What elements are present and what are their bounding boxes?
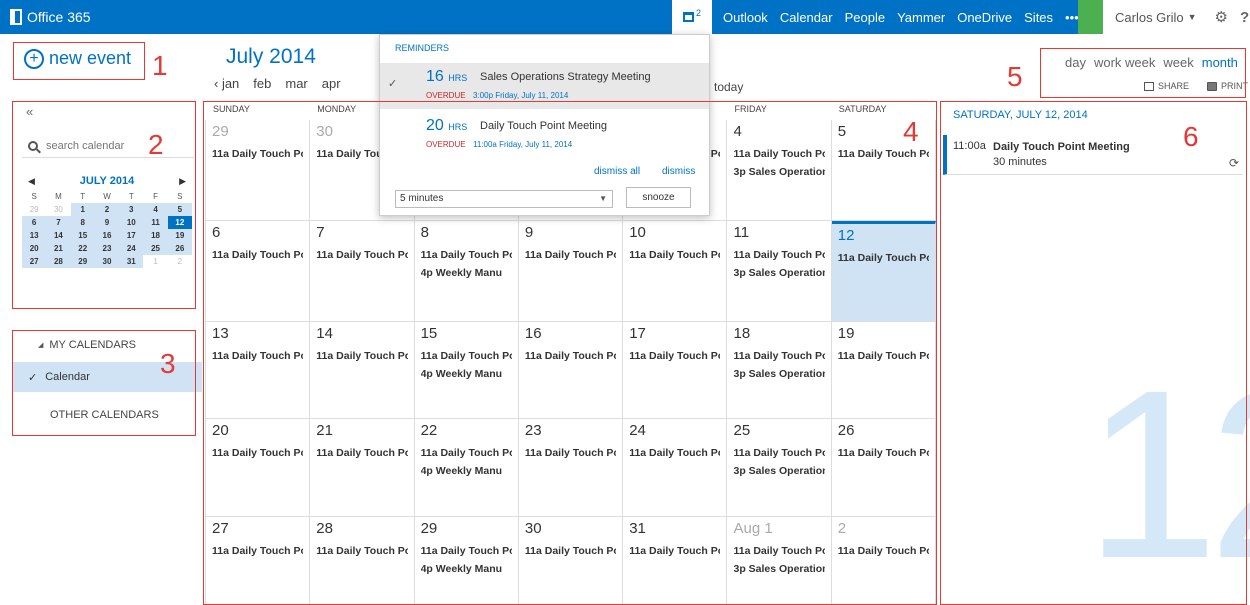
reminder-status: OVERDUE [426, 91, 466, 100]
month-link-jan[interactable]: ‹ jan [214, 76, 239, 91]
reminders-title: REMINDERS [395, 43, 450, 53]
office-logo-icon [10, 9, 22, 25]
annotation-box-mini-calendar [12, 101, 196, 309]
chevron-down-icon: ▼ [1187, 12, 1197, 22]
notifications-button[interactable]: 2 [672, 0, 712, 34]
annotation-box-day-panel [940, 101, 1247, 605]
calendar-icon [682, 12, 694, 22]
month-link-mar[interactable]: mar [285, 76, 307, 91]
annotation-number: 2 [148, 129, 164, 160]
nav-calendar[interactable]: Calendar [780, 10, 833, 25]
office365-brand[interactable]: Office 365 [10, 0, 91, 34]
notification-count: 2 [695, 8, 701, 18]
help-icon[interactable]: ? [1240, 9, 1249, 26]
reminder-hours-unit: HRS [448, 73, 468, 83]
month-nav: ‹ jan feb mar apr [214, 76, 355, 91]
month-link-feb[interactable]: feb [253, 76, 271, 91]
reminder-hours-value: 16 [426, 68, 444, 85]
nav-yammer[interactable]: Yammer [897, 10, 945, 25]
reminder-name: Sales Operations Strategy Meeting [480, 71, 651, 83]
nav-onedrive[interactable]: OneDrive [957, 10, 1012, 25]
annotation-box-new-event [13, 42, 145, 80]
annotation-number: 4 [903, 116, 919, 147]
annotation-box-month-grid [203, 101, 937, 605]
month-link-apr[interactable]: apr [322, 76, 341, 91]
annotation-box-view-switcher [1040, 48, 1246, 98]
nav-more[interactable]: ••• [1065, 10, 1079, 25]
annotation-box-calendars [12, 330, 196, 436]
suite-nav: Outlook Calendar People Yammer OneDrive … [723, 0, 1091, 34]
today-link[interactable]: today [714, 80, 743, 94]
annotation-number: 3 [160, 348, 176, 379]
reminder-hours: 16 HRS [426, 68, 467, 86]
brand-label: Office 365 [27, 9, 91, 25]
reminder-when: 3:00p Friday, July 11, 2014 [473, 91, 569, 100]
user-menu[interactable]: Carlos Grilo ▼ ⚙ ? [1103, 0, 1250, 34]
annotation-number: 6 [1183, 121, 1199, 152]
checkmark-icon[interactable]: ✓ [388, 77, 397, 90]
user-name: Carlos Grilo [1115, 9, 1184, 25]
annotation-number: 5 [1007, 61, 1023, 92]
nav-outlook[interactable]: Outlook [723, 10, 768, 25]
gear-icon[interactable]: ⚙ [1215, 8, 1228, 26]
annotation-number: 1 [152, 50, 168, 81]
nav-sites[interactable]: Sites [1024, 10, 1053, 25]
top-bar: Office 365 2 Outlook Calendar People Yam… [0, 0, 1250, 34]
nav-people[interactable]: People [845, 10, 885, 25]
month-title: July 2014 [226, 45, 316, 68]
user-photo[interactable] [1078, 0, 1103, 34]
